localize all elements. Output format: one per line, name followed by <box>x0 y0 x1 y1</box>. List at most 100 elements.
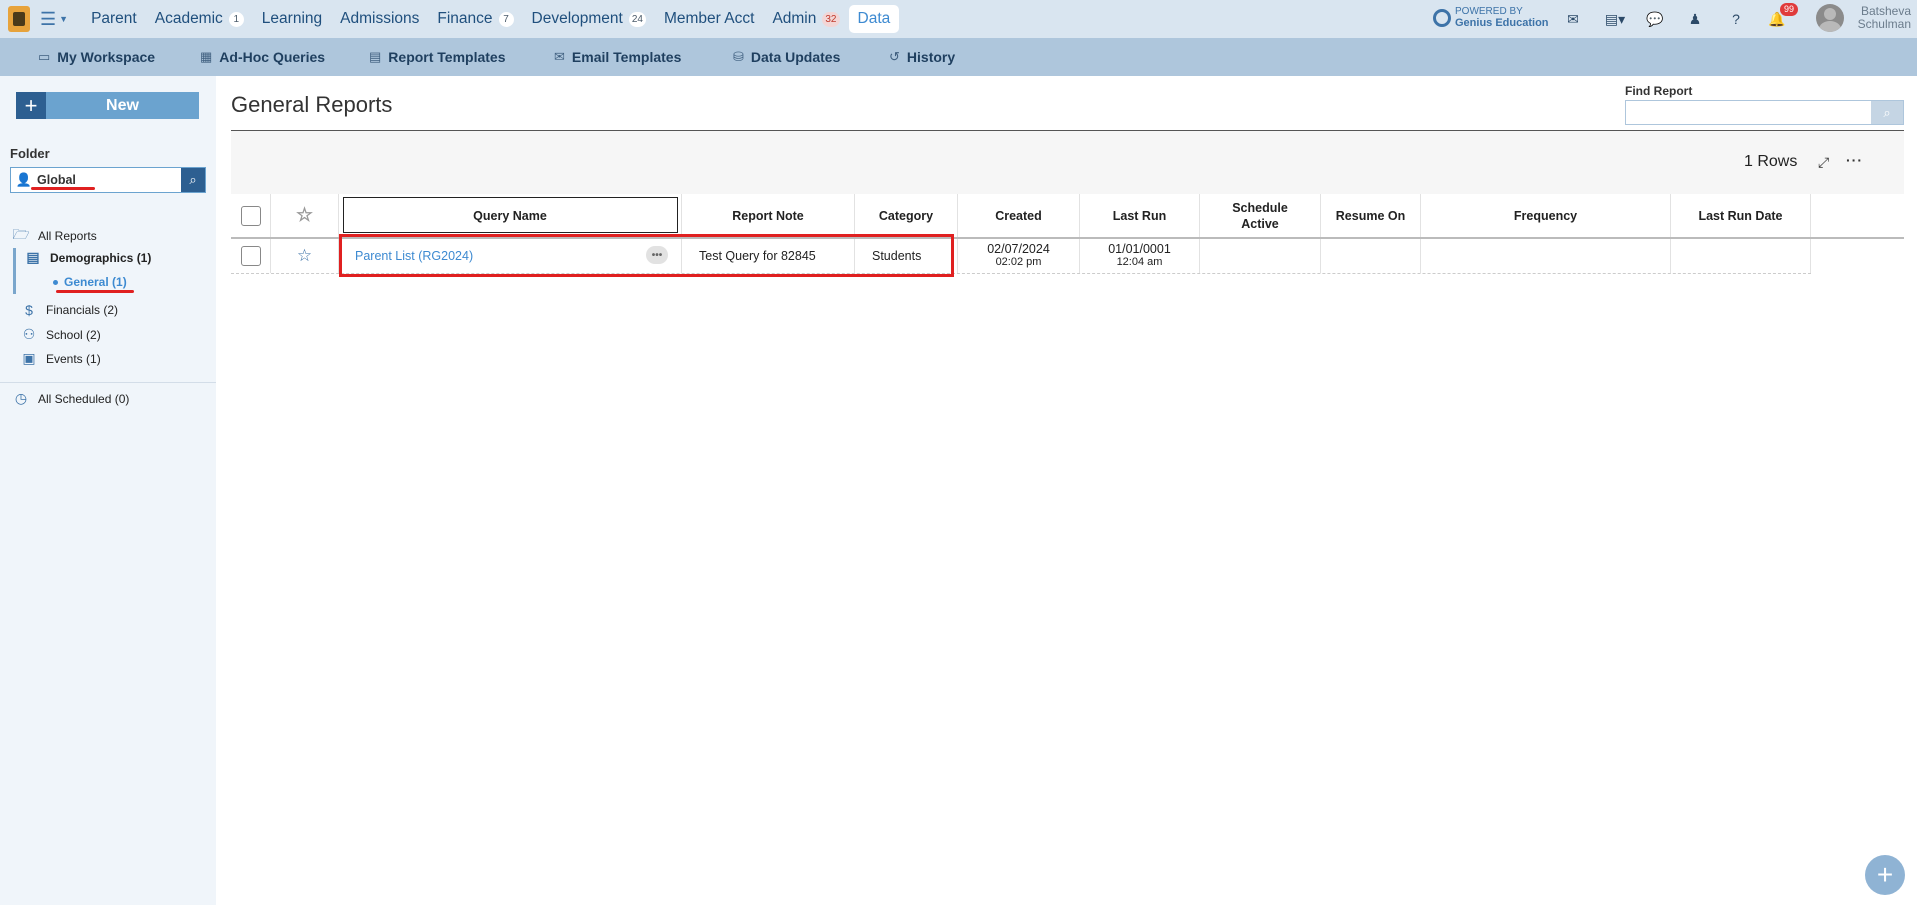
row-checkbox[interactable] <box>240 246 261 266</box>
count-badge: 24 <box>628 11 646 27</box>
subnav-my-workspace[interactable]: ▭ My Workspace <box>38 49 155 65</box>
select-all-checkbox[interactable] <box>240 205 261 226</box>
expand-icon[interactable]: ⤢ <box>1818 154 1829 171</box>
folder-open-icon: 🗁 <box>12 226 30 242</box>
header-created[interactable]: Created <box>958 194 1080 237</box>
subnav-label: Data Updates <box>750 49 841 65</box>
nav-label: Admissions <box>340 10 420 27</box>
new-button-label: New <box>46 92 199 119</box>
column-header-label: Frequency <box>1513 208 1578 223</box>
genius-logo-icon <box>1433 8 1451 27</box>
dollar-icon: $ <box>25 302 33 318</box>
folder-value: Global <box>31 173 181 190</box>
column-header-label: Report Note <box>732 208 804 223</box>
nav-member-acct[interactable]: Member Acct <box>655 5 763 33</box>
tree-all-scheduled[interactable]: ◷ All Scheduled (0) <box>12 390 130 407</box>
header-frequency[interactable]: Frequency <box>1421 194 1671 237</box>
help-icon[interactable]: ? <box>1727 10 1745 28</box>
find-report-search-button[interactable]: ⌕ <box>1871 101 1903 124</box>
person-icon: 👤 <box>15 172 33 187</box>
header-last-run[interactable]: Last Run <box>1080 194 1200 237</box>
nav-label: Academic <box>154 10 223 27</box>
calculator-dropdown-icon[interactable]: ▤▾ <box>1602 10 1628 28</box>
table-row-created: 02/07/2024 02:02 pm <box>958 239 1080 273</box>
table-row-favorite: ☆ <box>271 239 339 273</box>
table-row-frequency <box>1421 239 1671 273</box>
bullet-icon <box>53 279 58 285</box>
table-row-select <box>231 239 271 273</box>
user-name[interactable]: Batsheva Schulman <box>1853 5 1911 31</box>
chat-icon[interactable]: 💬 <box>1646 10 1664 28</box>
search-icon: ⌕ <box>1883 104 1891 120</box>
subnav-label: Email Templates <box>571 49 682 65</box>
tree-general[interactable]: General (1) <box>53 275 127 289</box>
grid-icon: ▦ <box>200 49 213 64</box>
sidebar: + New Folder 👤 Global ⌕ <box>0 76 216 905</box>
caret-down-icon: ▼ <box>59 14 69 24</box>
nav-label: Development <box>531 10 623 27</box>
document-icon: ▤ <box>369 49 382 64</box>
new-report-button[interactable]: + New <box>16 92 199 119</box>
tree-label: Demographics (1) <box>50 250 152 265</box>
tree-financials[interactable]: $ Financials (2) <box>20 302 118 318</box>
tree-all-reports[interactable]: 🗁 All Reports <box>12 224 97 248</box>
powered-by-logo: POWERED BY Genius Education <box>1433 6 1549 29</box>
nav-label: Data <box>857 10 891 27</box>
nav-development[interactable]: Development 24 <box>523 5 655 33</box>
folder-search-button[interactable]: ⌕ <box>181 168 205 192</box>
table-row-schedule-active <box>1200 239 1321 273</box>
module-nav: Parent Academic 1 Learning Admissions Fin… <box>82 0 900 38</box>
tree-school[interactable]: ⚇ School (2) <box>20 326 101 343</box>
header-category[interactable]: Category <box>855 194 958 237</box>
find-report-label: Find Report <box>1625 84 1693 98</box>
nav-admin[interactable]: Admin 32 <box>763 5 848 33</box>
star-outline-icon[interactable]: ☆ <box>296 206 313 225</box>
nav-admissions[interactable]: Admissions <box>331 5 428 33</box>
subnav-report-templates[interactable]: ▤ Report Templates <box>369 49 506 65</box>
tree-label: General (1) <box>64 275 127 289</box>
avatar[interactable] <box>1816 4 1844 32</box>
header-report-note[interactable]: Report Note <box>682 194 855 237</box>
subnav-history[interactable]: ↺ History <box>889 49 955 65</box>
tree-label: All Reports <box>38 229 97 243</box>
find-report-input[interactable]: ⌕ <box>1625 100 1904 125</box>
rows-count: 1 Rows <box>1744 153 1798 170</box>
header-schedule-active[interactable]: Schedule Active <box>1200 194 1321 237</box>
clock-icon: ◷ <box>14 390 28 406</box>
cell-time: 12:04 am <box>1116 256 1163 268</box>
top-navigation-bar: ☰ ▼ Parent Academic 1 Learning Admissions … <box>0 0 1917 38</box>
user-secret-icon[interactable]: ♟ <box>1686 10 1704 28</box>
mail-icon[interactable]: ✉ <box>1564 10 1582 28</box>
plus-icon: + <box>1876 859 1894 890</box>
cell-date: 01/01/0001 <box>1108 242 1171 256</box>
tree-demographics[interactable]: ▤ Demographics (1) <box>24 249 151 266</box>
grid-toolbar <box>231 131 1904 194</box>
subnav-label: Report Templates <box>388 49 506 65</box>
tree-events[interactable]: ▣ Events (1) <box>20 350 100 367</box>
header-last-run-date[interactable]: Last Run Date <box>1671 194 1811 237</box>
star-outline-icon[interactable]: ☆ <box>297 246 312 266</box>
nav-data[interactable]: Data <box>848 5 900 33</box>
subnav-email-templates[interactable]: ✉ Email Templates <box>554 49 681 65</box>
column-header-label: Active <box>1241 216 1279 231</box>
column-header-label: Created <box>995 208 1042 223</box>
tree-label: All Scheduled (0) <box>38 391 130 406</box>
nav-label: Finance <box>437 10 493 27</box>
calendar-icon: ▣ <box>22 350 36 366</box>
nav-finance[interactable]: Finance 7 <box>428 5 522 33</box>
subnav-ad-hoc-queries[interactable]: ▦ Ad-Hoc Queries <box>200 49 325 65</box>
school-logo-icon[interactable] <box>8 6 30 32</box>
column-header-label: Last Run Date <box>1698 208 1783 223</box>
nav-parent[interactable]: Parent <box>82 5 146 33</box>
nav-academic[interactable]: Academic 1 <box>146 5 253 33</box>
more-options-icon[interactable]: ··· <box>1846 152 1863 168</box>
nav-learning[interactable]: Learning <box>253 5 331 33</box>
add-floating-button[interactable]: + <box>1865 855 1905 895</box>
subnav-label: Ad-Hoc Queries <box>219 49 326 65</box>
main-menu-button[interactable]: ☰ ▼ <box>40 9 68 30</box>
header-favorite: ☆ <box>271 194 339 237</box>
header-select-all <box>231 194 271 237</box>
subnav-data-updates[interactable]: ⛁ Data Updates <box>733 49 840 65</box>
header-resume-on[interactable]: Resume On <box>1321 194 1421 237</box>
folder-selector[interactable]: 👤 Global ⌕ <box>10 167 206 193</box>
